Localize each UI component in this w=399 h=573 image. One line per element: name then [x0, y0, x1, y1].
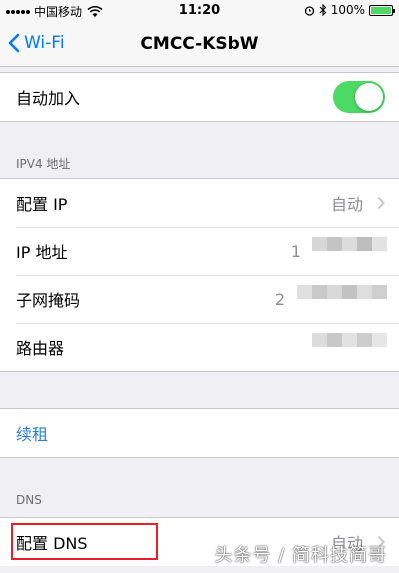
redacted-router — [312, 333, 387, 361]
subnet-mask-label: 子网掩码 — [16, 291, 81, 310]
alarm-icon — [304, 5, 314, 16]
auto-join-label: 自动加入 — [16, 89, 81, 108]
configure-ip-row[interactable]: 配置 IP 自动 — [0, 179, 399, 227]
subnet-mask-value: 2 — [274, 289, 285, 309]
configure-ip-label: 配置 IP — [16, 195, 68, 214]
battery-fill — [371, 6, 391, 14]
toggle-knob — [355, 83, 383, 111]
router-row: 路由器 — [0, 323, 399, 371]
status-right: 100% — [304, 3, 395, 17]
watermark-text: 头条号 / 简科技简哥 — [214, 545, 387, 566]
chevron-right-icon — [377, 196, 385, 210]
configure-ip-value: 自动 — [330, 195, 363, 214]
auto-join-row: 自动加入 — [0, 73, 399, 121]
ip-address-label: IP 地址 — [16, 243, 68, 262]
router-label: 路由器 — [16, 339, 65, 358]
redacted-ip-address — [312, 237, 387, 265]
renew-lease-row[interactable]: 续租 — [0, 409, 399, 457]
page-title: CMCC-KSbW — [140, 34, 259, 54]
redacted-subnet-mask — [297, 285, 387, 313]
auto-join-toggle[interactable] — [333, 81, 385, 113]
battery-icon — [369, 4, 395, 16]
auto-join-group: 自动加入 — [0, 72, 399, 122]
ip-address-value: 1 — [290, 241, 301, 261]
bluetooth-icon — [319, 4, 326, 16]
navigation-bar: Wi-Fi CMCC-KSbW — [0, 22, 399, 67]
ipv4-section-header: IPV4 地址 — [16, 157, 71, 171]
battery-percent: 100% — [330, 3, 365, 17]
ip-address-row: IP 地址 1 — [0, 227, 399, 275]
ipv4-group: 配置 IP 自动 IP 地址 1 子网掩码 2 路由器 — [0, 178, 399, 372]
subnet-mask-row: 子网掩码 2 — [0, 275, 399, 323]
dns-section-header: DNS — [16, 493, 42, 507]
renew-group: 续租 — [0, 408, 399, 458]
renew-lease-button[interactable]: 续租 — [16, 421, 48, 445]
annotation-highlight-box — [11, 523, 158, 560]
status-bar: 中国移动 11:20 100% — [0, 0, 399, 22]
